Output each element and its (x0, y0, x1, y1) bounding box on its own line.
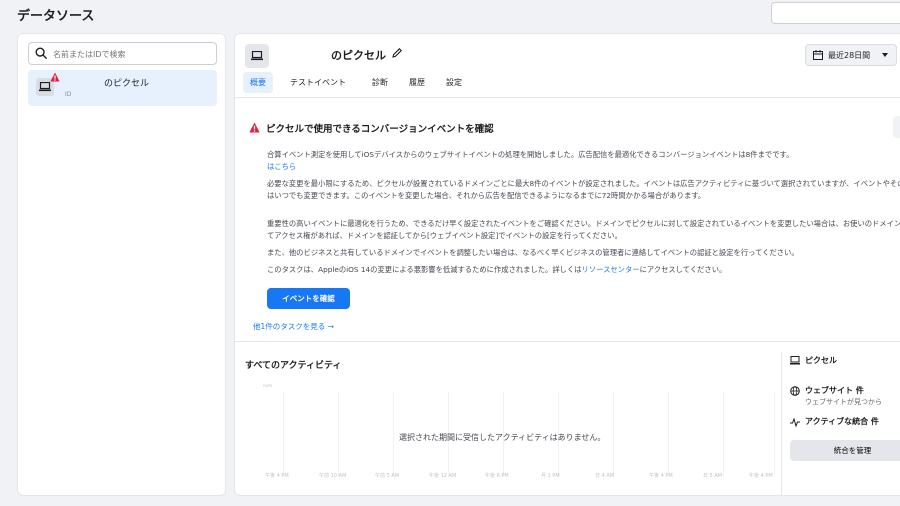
edit-pencil-icon[interactable] (391, 47, 403, 59)
review-events-button[interactable]: イベントを確認 (267, 288, 350, 309)
page-title: データソース (17, 9, 95, 24)
chart-gridline (774, 392, 775, 476)
date-range-dropdown[interactable]: 最近28日間 (805, 44, 897, 66)
pixel-icon (245, 44, 269, 68)
chart-gridline (668, 392, 669, 476)
source-id: ID (65, 91, 72, 98)
alert-paragraph-4: また、他のビジネスと共有しているドメインでイベントを調整したい場合は、なるべく早… (267, 248, 799, 257)
chart-x-tick: 午後 4 PM (749, 473, 773, 479)
date-range-label: 最近28日間 (828, 51, 871, 60)
chart-gridline (283, 392, 284, 476)
more-tasks-link[interactable]: 他1件のタスクを見る → (253, 321, 334, 332)
warning-icon (50, 72, 60, 82)
alert-paragraph-5: このタスクは、AppleのiOS 14の変更による悪影響を低減するために作成され… (267, 265, 727, 274)
alert-options-button[interactable] (893, 116, 900, 138)
source-search-box[interactable] (28, 42, 217, 65)
source-list-item[interactable]: のピクセル ID (28, 70, 217, 106)
alert-warning-icon (249, 122, 260, 133)
website-count-label: ウェブサイト 件 (805, 386, 864, 395)
source-search-input[interactable] (53, 46, 211, 62)
alert-paragraph-2: 必要な変更を最小限にするため、ピクセルが設置されているドメインごとに最大8件のイ… (267, 179, 900, 200)
alert-paragraph-3: 重要性の高いイベントに最適化を行うため、できるだけ早く設定されたイベントをご確認… (267, 219, 900, 240)
empty-activity-message: 選択された期間に受信したアクティビティはありません。 (399, 433, 606, 442)
chart-x-tick: 日 4 AM (595, 473, 615, 479)
vertical-divider (781, 352, 782, 495)
website-sub-text: ウェブサイトが見つから (805, 398, 882, 406)
chart-gridline (393, 392, 394, 476)
chart-y-label: num (263, 383, 272, 388)
tab-settings[interactable]: 設定 (439, 72, 469, 93)
chart-gridline (613, 392, 614, 476)
calendar-icon (813, 50, 823, 60)
chart-x-tick: 午前 10 AM (319, 473, 347, 479)
chart-x-tick: 月 1 PM (541, 473, 560, 479)
activity-pulse-icon (790, 417, 800, 427)
top-bar: データソース (0, 0, 900, 30)
chart-x-tick: 午後 6 PM (485, 473, 509, 479)
tab-diagnostics[interactable]: 診断 (365, 72, 395, 93)
globe-icon (790, 386, 800, 396)
manage-integrations-button[interactable]: 統合を管理 (790, 440, 900, 461)
data-source-list-panel: のピクセル ID (17, 33, 226, 496)
top-search-input[interactable] (771, 2, 900, 24)
chart-gridline (723, 392, 724, 476)
alert-title: ピクセルで使用できるコンバージョンイベントを確認 (266, 124, 494, 135)
tab-test-events[interactable]: テストイベント (283, 72, 353, 93)
chart-x-tick: 午後 4 PM (649, 473, 673, 479)
section-divider (235, 341, 900, 342)
chart-x-tick: 午後 12 AM (429, 473, 457, 479)
tab-history[interactable]: 履歴 (402, 72, 432, 93)
tab-overview[interactable]: 概要 (243, 72, 273, 93)
pixel-info-label: ピクセル (805, 356, 837, 365)
chevron-down-icon (882, 53, 888, 57)
chart-x-tick: 午前 5 AM (375, 473, 400, 479)
pixel-name: のピクセル (331, 49, 386, 62)
resource-center-link[interactable]: リソースセンター (582, 265, 640, 274)
integrations-count-label: アクティブな統合 件 (805, 417, 879, 426)
activity-title: すべてのアクティビティ (245, 361, 342, 371)
chart-gridline (338, 392, 339, 476)
source-name: のピクセル (104, 79, 150, 89)
chart-x-tick: 午後 4 PM (265, 473, 289, 479)
learn-more-link[interactable]: はこちら (267, 162, 296, 171)
activity-chart: num 午後 4 PM 午前 10 AM 午前 5 AM 午後 12 AM 午後… (249, 378, 779, 495)
search-icon (35, 47, 48, 60)
chart-x-tick: 日 5 AM (703, 473, 723, 479)
pixel-details-panel: のピクセル 最近28日間 概要 テストイベント 診断 履歴 設定 ピクセルで使用… (234, 33, 900, 496)
tabs-divider (235, 97, 900, 98)
computer-icon (790, 356, 800, 365)
alert-paragraph-1: 合算イベント測定を使用してiOSデバイスからのウェブサイトイベントの処理を開始し… (267, 150, 794, 171)
